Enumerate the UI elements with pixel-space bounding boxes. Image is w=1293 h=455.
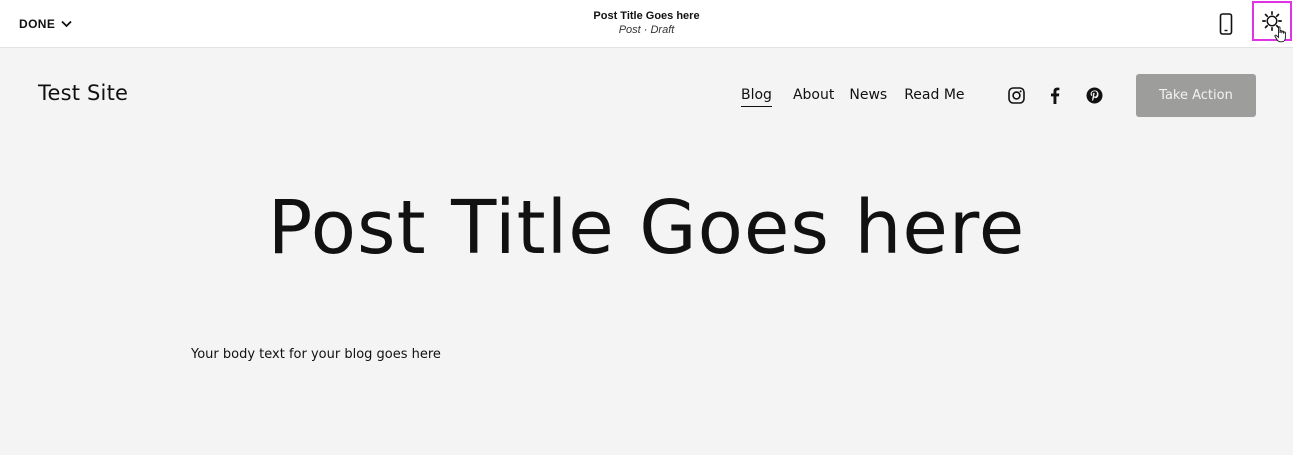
- site-title[interactable]: Test Site: [38, 80, 128, 106]
- editor-top-bar: DONE Post Title Goes here Post · Draft: [0, 0, 1293, 48]
- post-info-status: Post · Draft: [618, 24, 675, 36]
- pinterest-icon[interactable]: [1086, 87, 1103, 104]
- main-navigation: Blog About News Read Me: [741, 86, 965, 107]
- nav-link-blog[interactable]: Blog: [741, 86, 772, 107]
- post-body-text[interactable]: Your body text for your blog goes here: [191, 346, 441, 364]
- post-title[interactable]: Post Title Goes here: [0, 183, 1293, 273]
- nav-link-news[interactable]: News: [849, 86, 887, 107]
- post-info-title: Post Title Goes here: [593, 10, 700, 22]
- instagram-icon[interactable]: [1008, 87, 1025, 104]
- pointer-hand-cursor-icon: [1274, 26, 1286, 43]
- facebook-icon[interactable]: [1050, 87, 1060, 104]
- mobile-preview-icon[interactable]: [1219, 13, 1233, 35]
- nav-link-read-me[interactable]: Read Me: [904, 86, 964, 107]
- take-action-button[interactable]: Take Action: [1136, 74, 1256, 117]
- post-info: Post Title Goes here Post · Draft: [0, 9, 1293, 38]
- nav-link-about[interactable]: About: [793, 86, 834, 107]
